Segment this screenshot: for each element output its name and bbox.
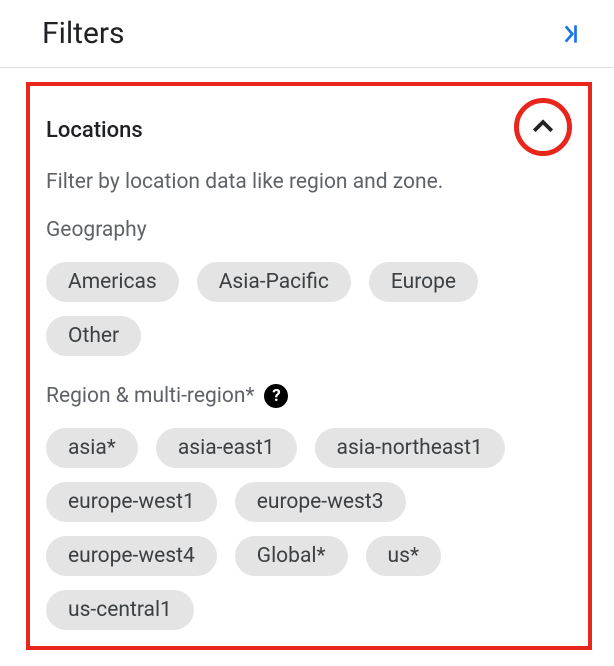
region-label-text: Region & multi-region*	[46, 384, 254, 408]
locations-title: Locations	[46, 118, 143, 143]
region-chip-group: asia* asia-east1 asia-northeast1 europe-…	[46, 428, 576, 630]
filters-title: Filters	[42, 16, 125, 51]
region-chip[interactable]: asia-northeast1	[315, 428, 505, 468]
geography-chip-group: Americas Asia-Pacific Europe Other	[46, 262, 576, 356]
region-chip[interactable]: europe-west4	[46, 536, 217, 576]
region-chip[interactable]: Global*	[235, 536, 348, 576]
geography-label-text: Geography	[46, 218, 147, 242]
geography-chip[interactable]: Other	[46, 316, 141, 356]
geography-chip[interactable]: Americas	[46, 262, 179, 302]
region-chip[interactable]: us*	[366, 536, 441, 576]
geography-chip[interactable]: Europe	[369, 262, 478, 302]
locations-panel: Locations Filter by location data like r…	[26, 82, 592, 650]
locations-panel-header: Locations	[46, 104, 576, 156]
collapse-panel-icon[interactable]	[556, 21, 582, 47]
locations-description: Filter by location data like region and …	[46, 170, 576, 194]
chevron-up-icon	[528, 112, 558, 142]
collapse-section-button[interactable]	[514, 98, 572, 156]
region-chip[interactable]: asia-east1	[156, 428, 297, 468]
region-chip[interactable]: europe-west3	[235, 482, 406, 522]
geography-label: Geography	[46, 218, 576, 242]
region-chip[interactable]: asia*	[46, 428, 138, 468]
region-chip[interactable]: us-central1	[46, 590, 194, 630]
filters-header: Filters	[0, 0, 614, 68]
help-icon[interactable]: ?	[264, 384, 288, 408]
region-chip[interactable]: europe-west1	[46, 482, 217, 522]
geography-chip[interactable]: Asia-Pacific	[197, 262, 351, 302]
region-label: Region & multi-region* ?	[46, 384, 576, 408]
